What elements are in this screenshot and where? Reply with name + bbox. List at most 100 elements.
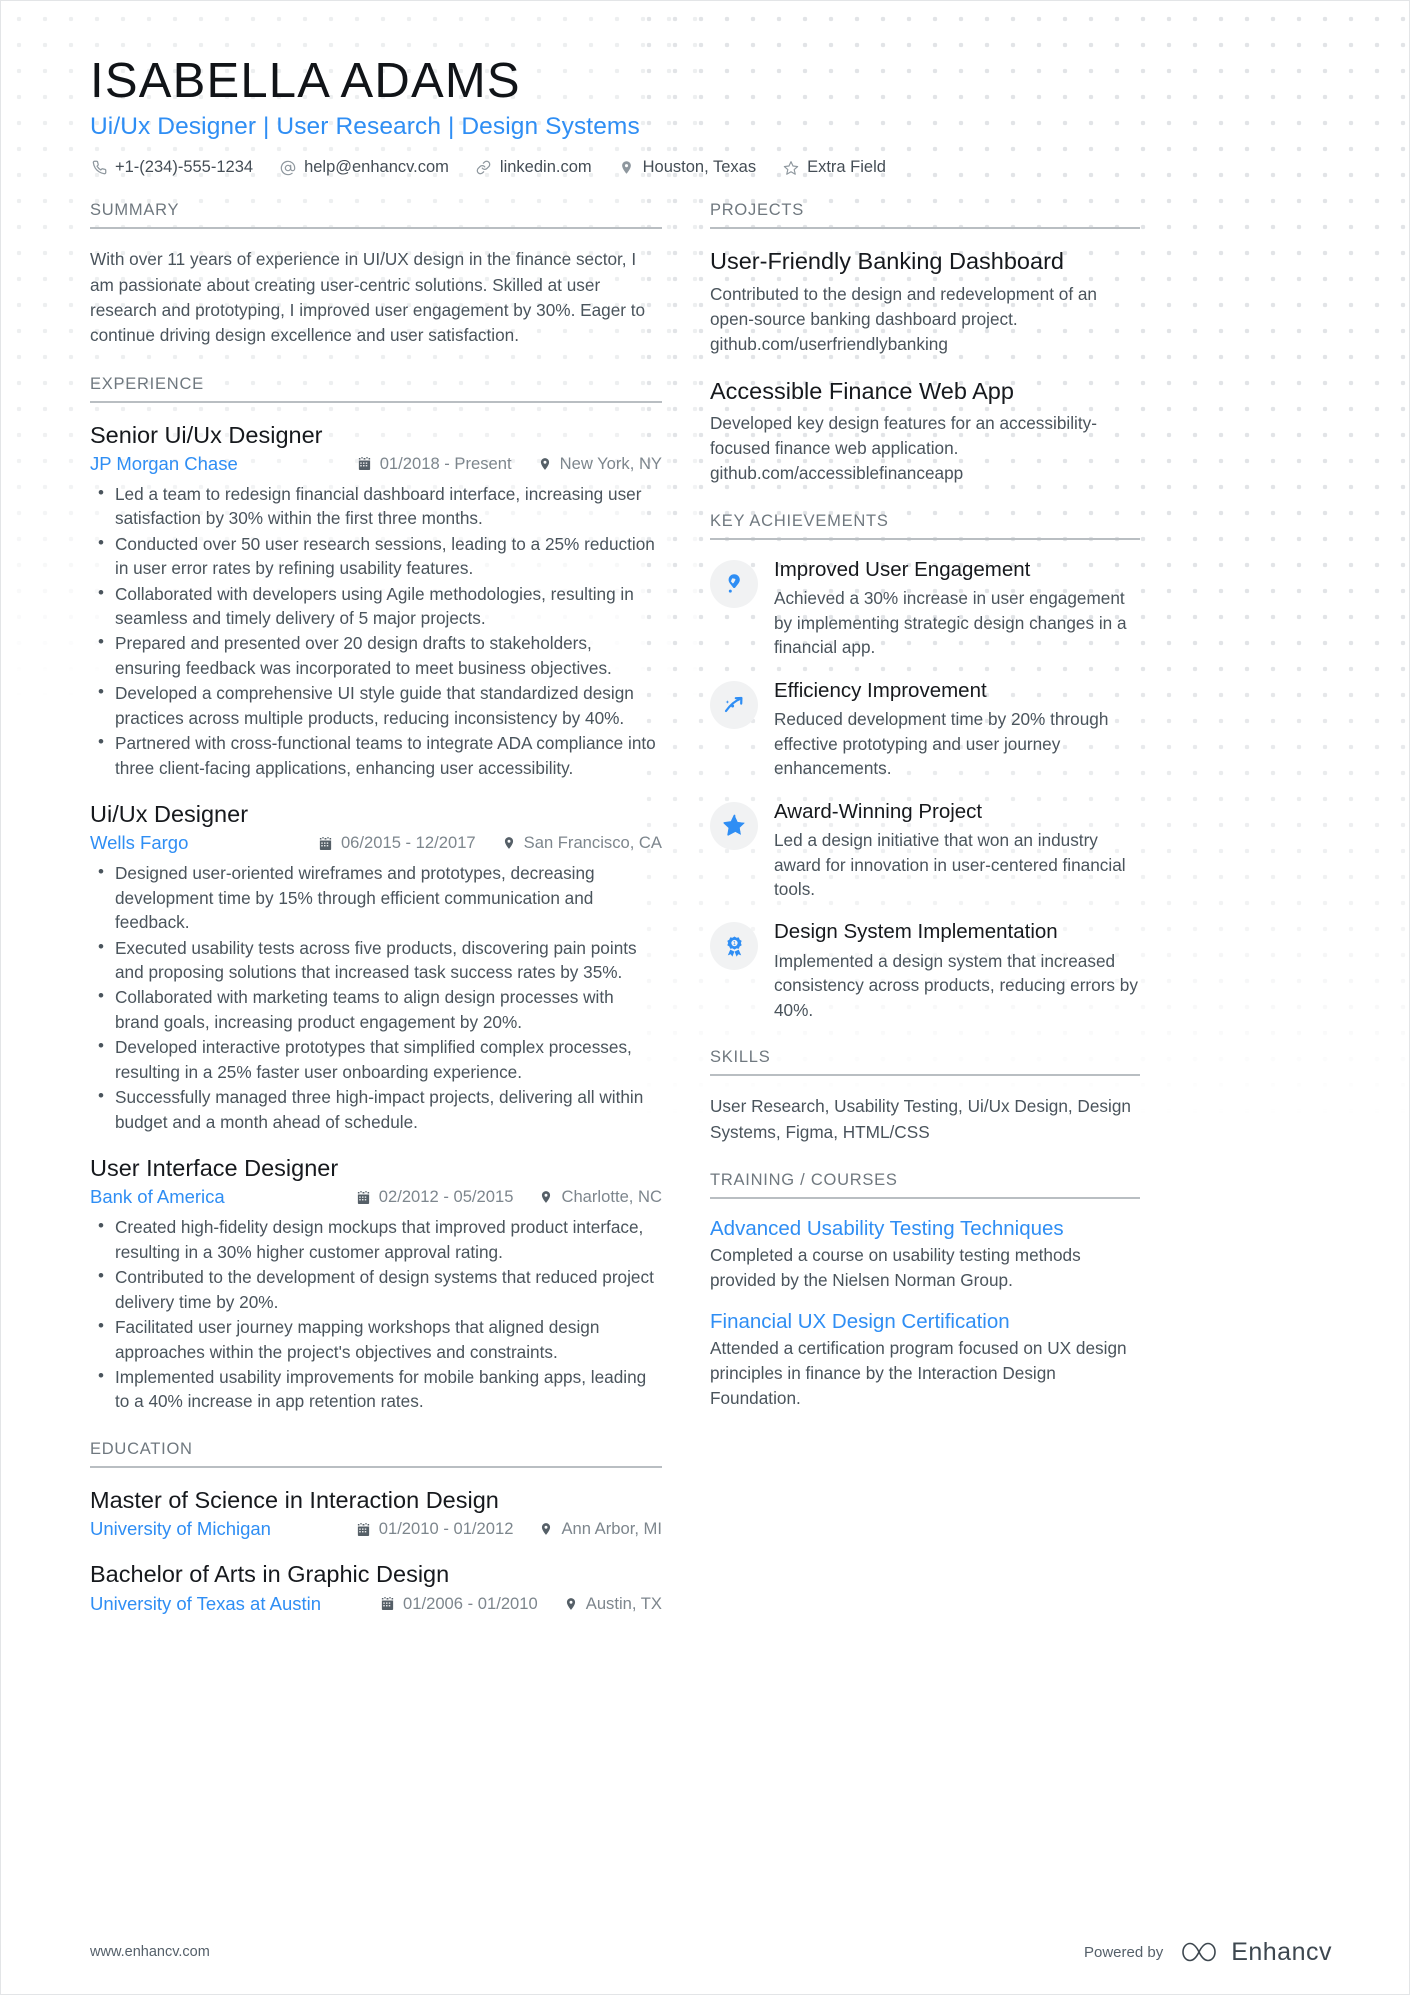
contact-extra-field-text: Extra Field: [807, 158, 886, 177]
footer-branding: Powered by Enhancv: [1084, 1938, 1332, 1967]
footer-url[interactable]: www.enhancv.com: [90, 1944, 210, 1960]
enhancv-mark-icon: [1182, 1942, 1217, 1962]
experience-location-text: San Francisco, CA: [523, 833, 662, 853]
course-name[interactable]: Advanced Usability Testing Techniques: [710, 1217, 1140, 1241]
bullet: Designed user-oriented wireframes and pr…: [90, 860, 662, 934]
bullet: Developed a comprehensive UI style guide…: [90, 680, 662, 730]
education-dates-text: 01/2006 - 01/2010: [403, 1593, 538, 1613]
experience-dates: 02/2012 - 05/2015: [356, 1187, 513, 1207]
calendar-icon: [318, 836, 333, 851]
experience-dates-text: 01/2018 - Present: [379, 453, 512, 473]
location-icon: [618, 160, 636, 175]
bullet: Developed interactive prototypes that si…: [90, 1034, 662, 1084]
experience-role: User Interface Designer: [90, 1155, 339, 1182]
project-item: User-Friendly Banking Dashboard Contribu…: [710, 247, 1140, 356]
experience-company[interactable]: JP Morgan Chase: [90, 453, 238, 475]
education-dates: 01/2006 - 01/2010: [380, 1594, 538, 1614]
experience-location: San Francisco, CA: [502, 833, 662, 853]
project-item: Accessible Finance Web App Developed key…: [710, 377, 1140, 486]
calendar-icon: [356, 1522, 371, 1537]
section-projects: PROJECTS User-Friendly Banking Dashboard…: [710, 201, 1140, 485]
bullet: Collaborated with developers using Agile…: [90, 581, 662, 631]
experience-company[interactable]: Bank of America: [90, 1186, 225, 1208]
contact-link[interactable]: linkedin.com: [475, 158, 592, 177]
resume-header: ISABELLA ADAMS Ui/Ux Designer | User Res…: [90, 54, 1338, 177]
link-icon: [475, 160, 493, 175]
enhancv-wordmark: Enhancv: [1231, 1937, 1332, 1966]
education-entry: Bachelor of Arts in Graphic Design Unive…: [90, 1560, 662, 1614]
section-achievements: KEY ACHIEVEMENTS Improved User Engagemen…: [710, 512, 1140, 1022]
experience-location: Charlotte, NC: [539, 1187, 662, 1207]
bullet: Led a team to redesign financial dashboa…: [90, 481, 662, 531]
skills-text: User Research, Usability Testing, Ui/Ux …: [710, 1096, 1131, 1142]
achievement-item: Efficiency Improvement Reduced developme…: [710, 679, 1140, 781]
project-name: User-Friendly Banking Dashboard: [710, 248, 1064, 275]
achievement-name: Award-Winning Project: [774, 799, 983, 823]
experience-entry: Ui/Ux Designer Wells Fargo 06/2015 - 12/…: [90, 800, 662, 1134]
education-school[interactable]: University of Texas at Austin: [90, 1593, 321, 1615]
powered-by-label: Powered by: [1083, 1943, 1164, 1961]
svg-text:1: 1: [732, 941, 735, 947]
project-name: Accessible Finance Web App: [710, 377, 1014, 404]
experience-location-text: New York, NY: [559, 453, 662, 473]
calendar-icon: [380, 1596, 395, 1611]
email-icon: [279, 160, 297, 176]
experience-entry: User Interface Designer Bank of America …: [90, 1154, 662, 1414]
section-title-projects: PROJECTS: [710, 201, 1140, 230]
contact-link-text: linkedin.com: [499, 158, 592, 177]
achievement-description: Implemented a design system that increas…: [774, 950, 1138, 1020]
experience-company[interactable]: Wells Fargo: [90, 832, 188, 854]
enhancv-logo: Enhancv: [1177, 1938, 1332, 1967]
bullet: Partnered with cross-functional teams to…: [90, 730, 662, 780]
resume-page: ISABELLA ADAMS Ui/Ux Designer | User Res…: [0, 0, 1410, 1995]
bullet: Contributed to the development of design…: [90, 1264, 662, 1314]
course-name[interactable]: Financial UX Design Certification: [710, 1310, 1140, 1334]
trending-arrow-icon: [710, 680, 758, 729]
course-description: Attended a certification program focused…: [710, 1338, 1127, 1408]
bullet: Prepared and presented over 20 design dr…: [90, 630, 662, 680]
education-location-text: Ann Arbor, MI: [561, 1519, 662, 1539]
achievement-description: Led a design initiative that won an indu…: [774, 830, 1126, 899]
award-ribbon-icon: 1: [710, 922, 758, 971]
education-dates-text: 01/2010 - 01/2012: [378, 1519, 514, 1539]
achievement-name: Efficiency Improvement: [774, 678, 987, 702]
contact-row: +1-(234)-555-1234 help@enhancv.com linke…: [90, 158, 1338, 177]
contact-location[interactable]: Houston, Texas: [618, 158, 756, 177]
summary-text: With over 11 years of experience in UI/U…: [90, 249, 646, 346]
contact-location-text: Houston, Texas: [642, 158, 757, 177]
education-dates: 01/2010 - 01/2012: [356, 1519, 514, 1539]
contact-phone[interactable]: +1-(234)-555-1234: [90, 158, 253, 177]
contact-email-text: help@enhancv.com: [304, 158, 449, 177]
bullet: Successfully managed three high-impact p…: [90, 1084, 662, 1134]
achievement-description: Achieved a 30% increase in user engageme…: [774, 588, 1127, 658]
education-location: Ann Arbor, MI: [539, 1519, 662, 1539]
course-item: Advanced Usability Testing Techniques Co…: [710, 1217, 1140, 1293]
resume-content: ISABELLA ADAMS Ui/Ux Designer | User Res…: [0, 0, 1410, 1641]
section-summary: SUMMARY With over 11 years of experience…: [90, 201, 662, 348]
achievement-item: Award-Winning Project Led a design initi…: [710, 800, 1140, 902]
location-icon: [538, 457, 552, 471]
section-title-education: EDUCATION: [90, 1440, 662, 1468]
calendar-icon: [357, 456, 372, 471]
star-badge-icon: [710, 801, 758, 850]
experience-meta: Bank of America 02/2012 - 05/2015 Charlo…: [90, 1186, 662, 1208]
education-school[interactable]: University of Michigan: [90, 1518, 271, 1540]
experience-dates: 06/2015 - 12/2017: [318, 833, 476, 853]
achievement-item: Improved User Engagement Achieved a 30% …: [710, 558, 1140, 660]
section-training: TRAINING / COURSES Advanced Usability Te…: [710, 1171, 1140, 1411]
experience-bullets: Created high-fidelity design mockups tha…: [90, 1214, 662, 1413]
bullet: Executed usability tests across five pro…: [90, 935, 662, 985]
location-icon: [564, 1597, 578, 1611]
contact-extra-field[interactable]: Extra Field: [782, 158, 886, 177]
contact-email[interactable]: help@enhancv.com: [279, 158, 449, 177]
experience-entry: Senior Ui/Ux Designer JP Morgan Chase 01…: [90, 421, 662, 780]
section-title-experience: EXPERIENCE: [90, 375, 662, 403]
experience-dates: 01/2018 - Present: [357, 454, 512, 474]
candidate-name: ISABELLA ADAMS: [90, 54, 521, 108]
phone-icon: [90, 160, 108, 175]
left-column: SUMMARY With over 11 years of experience…: [90, 201, 662, 1640]
education-location: Austin, TX: [564, 1594, 662, 1614]
two-column-body: SUMMARY With over 11 years of experience…: [90, 201, 1338, 1640]
course-description: Completed a course on usability testing …: [710, 1244, 1081, 1290]
achievement-name: Improved User Engagement: [774, 557, 1031, 581]
